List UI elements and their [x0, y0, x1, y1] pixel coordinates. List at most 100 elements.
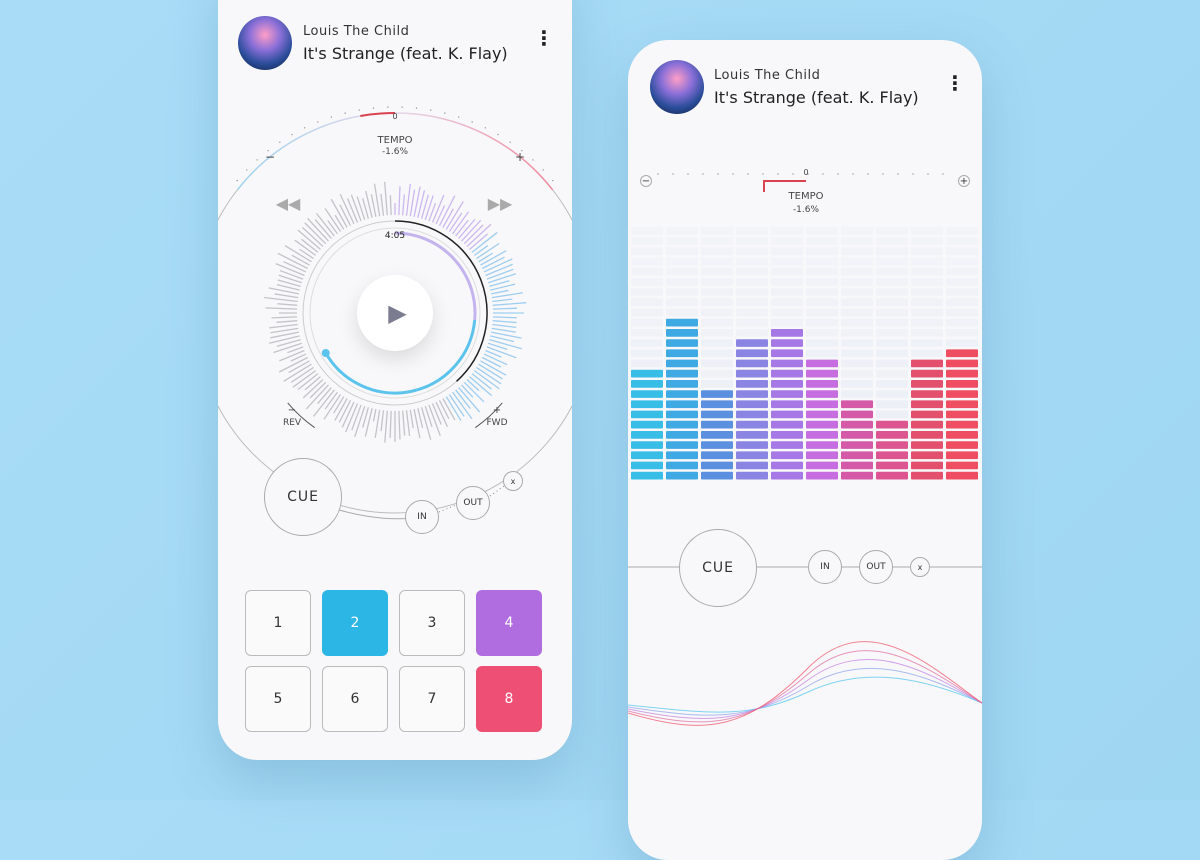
tempo-tick: [762, 173, 764, 175]
tempo-tick: [942, 173, 944, 175]
hot-cue-pad-3[interactable]: 3: [399, 590, 465, 656]
eq-segment-lit: [631, 471, 663, 480]
tempo-tick: [882, 173, 884, 175]
tempo-tick: [792, 173, 794, 175]
eq-segment-lit: [911, 390, 943, 398]
waveform-bar: [490, 289, 509, 295]
eq-segment-lit: [631, 369, 663, 378]
waveform-bar: [334, 214, 345, 230]
eq-segment-lit: [736, 369, 768, 378]
eq-segment: [736, 227, 768, 235]
eq-segment: [876, 247, 908, 256]
waveform-curve: [628, 667, 982, 716]
eq-segment-lit: [666, 461, 698, 470]
eq-segment-lit: [701, 410, 733, 419]
eq-segment: [876, 288, 908, 296]
eq-segment-lit: [771, 461, 803, 470]
hot-cue-pad-7[interactable]: 7: [399, 666, 465, 732]
play-button[interactable]: ▶: [357, 275, 433, 351]
eq-segment-lit: [701, 420, 733, 429]
waveform-bar: [277, 303, 298, 306]
hot-cue-pad-8[interactable]: 8: [476, 666, 542, 732]
tempo-minus[interactable]: −: [265, 150, 275, 164]
eq-segment: [631, 278, 663, 286]
eq-segment: [666, 308, 698, 317]
tempo-tick: [822, 173, 824, 175]
eq-segment-lit: [736, 471, 768, 480]
tempo-tick: [471, 121, 473, 123]
eq-segment-lit: [841, 471, 873, 480]
eq-segment-lit: [946, 349, 978, 358]
loop-clear-button[interactable]: x: [503, 471, 523, 491]
tempo-plus[interactable]: +: [515, 150, 525, 164]
fwd-button[interactable]: FWD: [486, 418, 507, 428]
eq-segment: [631, 349, 663, 358]
loop-out-button[interactable]: OUT: [859, 550, 893, 584]
tempo-tick: [303, 127, 306, 129]
eq-segment: [946, 278, 978, 286]
loop-in-button[interactable]: IN: [808, 550, 842, 584]
rev-button[interactable]: REV: [283, 418, 301, 428]
eq-segment: [841, 237, 873, 245]
hot-cue-pad-6[interactable]: 6: [322, 666, 388, 732]
waveform-bar: [492, 316, 517, 319]
cue-button[interactable]: CUE: [264, 458, 342, 536]
waveform-bar: [466, 223, 492, 247]
eq-segment: [736, 247, 768, 256]
eq-segment: [876, 257, 908, 266]
eq-segment: [666, 288, 698, 296]
eq-segment: [701, 288, 733, 296]
hot-cue-pad-2[interactable]: 2: [322, 590, 388, 656]
waveform-bar: [492, 302, 527, 306]
loop-clear-button[interactable]: x: [910, 557, 930, 577]
eq-segment: [841, 369, 873, 378]
eq-segment-lit: [911, 431, 943, 439]
eq-segment: [701, 257, 733, 266]
eq-segment-lit: [946, 471, 978, 480]
eq-segment: [946, 318, 978, 327]
waveform-bar: [305, 384, 329, 410]
eq-segment-lit: [771, 349, 803, 358]
tempo-tick: [867, 173, 869, 175]
eq-segment: [631, 247, 663, 256]
loop-in-button[interactable]: IN: [405, 500, 439, 534]
waveform-bar: [291, 254, 310, 266]
eq-segment-lit: [771, 329, 803, 337]
eq-segment: [631, 329, 663, 337]
eq-segment-lit: [806, 420, 838, 429]
tempo-tick: [317, 121, 319, 123]
eq-segment: [701, 339, 733, 347]
loop-out-button[interactable]: OUT: [456, 486, 490, 520]
rewind-icon[interactable]: ◀◀: [276, 194, 301, 213]
eq-segment: [911, 247, 943, 256]
waveform-bar: [492, 320, 517, 324]
tempo-tick: [837, 173, 839, 175]
hot-cue-pad-5[interactable]: 5: [245, 666, 311, 732]
eq-segment: [841, 329, 873, 337]
eq-segment: [666, 247, 698, 256]
eq-segment: [841, 339, 873, 347]
waveform-bar: [346, 198, 359, 223]
hot-cue-pad-1[interactable]: 1: [245, 590, 311, 656]
fast-forward-icon[interactable]: ▶▶: [488, 194, 513, 213]
waveform-bar: [478, 252, 494, 263]
eq-segment: [876, 329, 908, 337]
hot-cue-pad-4[interactable]: 4: [476, 590, 542, 656]
eq-segment-lit: [631, 420, 663, 429]
eq-segment-lit: [946, 410, 978, 419]
tempo-minus-button[interactable]: −: [640, 175, 652, 187]
waveform-bar: [389, 410, 392, 438]
eq-segment-lit: [666, 390, 698, 398]
eq-segment-lit: [666, 380, 698, 388]
tempo-tick: [777, 173, 779, 175]
eq-segment-lit: [806, 441, 838, 449]
waveform-bar: [374, 409, 381, 439]
eq-segment-lit: [771, 369, 803, 378]
tempo-tick: [387, 106, 389, 108]
eq-segment: [666, 257, 698, 266]
eq-segment: [876, 369, 908, 378]
eq-segment-lit: [806, 359, 838, 368]
cue-button[interactable]: CUE: [679, 529, 757, 607]
eq-segment-lit: [666, 339, 698, 347]
tempo-plus-button[interactable]: +: [958, 175, 970, 187]
